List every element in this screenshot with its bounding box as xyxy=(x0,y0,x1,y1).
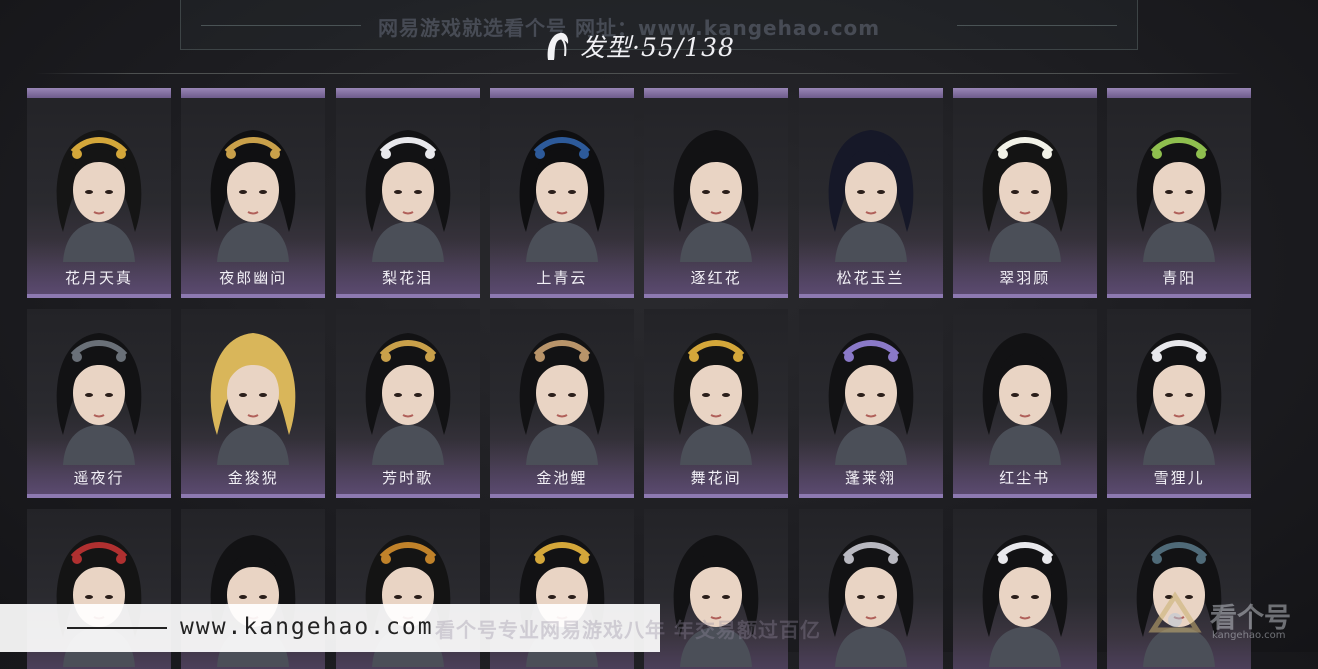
portrait-image xyxy=(1136,130,1222,262)
card-bottom-accent xyxy=(1107,294,1252,298)
hairstyle-card[interactable]: 金狻猊 xyxy=(181,309,326,498)
portrait-image xyxy=(982,535,1068,667)
card-bottom-accent xyxy=(181,294,326,298)
hairstyle-card[interactable]: 翠羽顾 xyxy=(952,88,1097,298)
hairstyle-card[interactable]: 松花玉兰 xyxy=(798,88,943,298)
watermark-bottom: 看个号专业网易游戏八年 年交易额过百亿 xyxy=(435,618,821,642)
page-title: 发型·55/138 xyxy=(544,28,735,64)
card-bottom-accent xyxy=(798,494,943,498)
watermark-url: www.kangehao.com xyxy=(180,614,434,640)
card-top-accent xyxy=(798,88,943,98)
card-bottom-accent xyxy=(489,494,634,498)
hairstyle-name: 逐红花 xyxy=(690,269,742,287)
portrait-image xyxy=(210,130,296,262)
hairstyle-card[interactable] xyxy=(1107,509,1252,669)
card-bottom-accent xyxy=(644,294,789,298)
hairstyle-name: 松花玉兰 xyxy=(836,269,905,287)
card-top-accent xyxy=(335,88,480,98)
hairstyle-card[interactable]: 上青云 xyxy=(489,88,634,298)
hairstyle-name: 梨花泪 xyxy=(382,269,434,287)
hairstyle-card[interactable]: 红尘书 xyxy=(952,309,1097,498)
hairstyle-name: 金狻猊 xyxy=(227,469,279,487)
hairstyle-card[interactable] xyxy=(798,509,943,669)
hairstyle-name: 上青云 xyxy=(536,269,588,287)
hairstyle-card[interactable]: 舞花间 xyxy=(644,309,789,498)
hairstyle-card[interactable]: 花月天真 xyxy=(27,88,171,298)
hairstyle-card[interactable]: 青阳 xyxy=(1107,88,1252,298)
portrait-image xyxy=(56,333,142,465)
portrait-image xyxy=(365,130,450,262)
portrait-image xyxy=(673,333,759,465)
card-bottom-accent xyxy=(181,494,326,498)
portrait-image xyxy=(56,130,142,262)
card-bottom-accent xyxy=(27,494,171,498)
hairstyle-card[interactable]: 芳时歌 xyxy=(335,309,480,498)
portrait-image xyxy=(365,333,450,465)
hairstyle-name: 金池鲤 xyxy=(536,469,588,487)
hair-icon xyxy=(547,32,569,60)
hairstyle-card[interactable]: 雪狸儿 xyxy=(1107,309,1252,498)
card-bottom-accent xyxy=(489,294,634,298)
hairstyle-card[interactable] xyxy=(644,509,789,669)
card-top-accent xyxy=(644,88,789,98)
card-top-accent xyxy=(181,88,326,98)
portrait-image xyxy=(828,333,913,465)
card-top-accent xyxy=(952,88,1097,98)
portrait-image xyxy=(210,333,296,465)
hairstyle-name: 雪狸儿 xyxy=(1153,469,1205,487)
portrait-image xyxy=(1136,333,1222,465)
portrait-image xyxy=(673,535,759,667)
hairstyle-name: 青阳 xyxy=(1162,269,1197,287)
hairstyle-name: 蓬莱翎 xyxy=(844,469,896,487)
hairstyle-name: 遥夜行 xyxy=(73,469,125,487)
card-bottom-accent xyxy=(952,494,1097,498)
watermark-line xyxy=(67,627,167,629)
card-bottom-accent xyxy=(27,294,171,298)
hairstyle-name: 红尘书 xyxy=(999,469,1051,487)
card-top-accent xyxy=(27,88,171,98)
portrait-image xyxy=(828,130,913,262)
hairstyle-name: 夜郎幽问 xyxy=(219,269,288,287)
portrait-image xyxy=(519,130,605,262)
card-top-accent xyxy=(1107,88,1252,98)
hairstyle-card[interactable]: 金池鲤 xyxy=(489,309,634,498)
card-bottom-accent xyxy=(335,294,480,298)
hairstyle-card[interactable]: 蓬莱翎 xyxy=(798,309,943,498)
hairstyle-card[interactable]: 遥夜行 xyxy=(27,309,171,498)
hairstyle-card[interactable]: 夜郎幽问 xyxy=(181,88,326,298)
logo-sub: kangehao.com xyxy=(1212,630,1286,641)
hairstyle-card[interactable]: 逐红花 xyxy=(644,88,789,298)
card-bottom-accent xyxy=(1107,494,1252,498)
hairstyle-name: 芳时歌 xyxy=(382,469,434,487)
portrait-image xyxy=(982,333,1068,465)
card-bottom-accent xyxy=(644,494,789,498)
hairstyle-count-title: 发型·55/138 xyxy=(580,33,735,62)
divider xyxy=(35,73,1243,74)
portrait-image xyxy=(828,535,913,667)
hairstyle-card[interactable]: 梨花泪 xyxy=(335,88,480,298)
portrait-image xyxy=(982,130,1068,262)
card-bottom-accent xyxy=(335,494,480,498)
portrait-image xyxy=(673,130,759,262)
card-bottom-accent xyxy=(952,294,1097,298)
hairstyle-card[interactable] xyxy=(952,509,1097,669)
card-top-accent xyxy=(489,88,634,98)
hairstyle-name: 舞花间 xyxy=(690,469,742,487)
card-bottom-accent xyxy=(798,294,943,298)
portrait-image xyxy=(519,333,605,465)
hairstyle-name: 翠羽顾 xyxy=(999,269,1051,287)
hairstyle-name: 花月天真 xyxy=(64,269,133,287)
logo-icon xyxy=(1148,591,1202,633)
